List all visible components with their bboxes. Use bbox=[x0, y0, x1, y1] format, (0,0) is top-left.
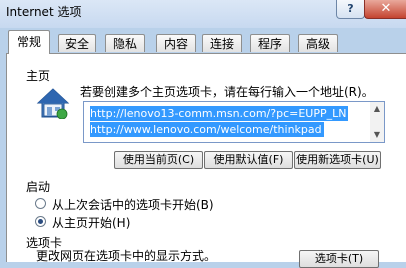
close-button[interactable]: ✕ bbox=[364, 0, 406, 19]
radio-label: 从主页开始(H) bbox=[52, 216, 131, 230]
tab-general[interactable]: 常规 bbox=[8, 30, 50, 54]
startup-section-label: 启动 bbox=[26, 180, 51, 194]
homepage-url-line: http://www.lenovo.com/welcome/thinkpad bbox=[90, 122, 324, 137]
tab-bar: 常规 安全 隐私 内容 连接 程序 高级 bbox=[6, 30, 406, 54]
house-icon bbox=[36, 88, 70, 119]
tab-content[interactable]: 内容 bbox=[156, 34, 196, 52]
homepage-section-label: 主页 bbox=[26, 69, 51, 83]
homepage-description: 若要创建多个主页选项卡，请在每行输入一个地址(R)。 bbox=[80, 85, 374, 99]
scroll-down-arrow-icon[interactable]: ▼ bbox=[370, 128, 384, 142]
scroll-up-arrow-icon[interactable]: ▲ bbox=[370, 102, 384, 116]
help-button[interactable]: ? bbox=[336, 0, 365, 19]
textarea-scrollbar[interactable]: ▲ ▼ bbox=[370, 102, 384, 142]
use-default-button[interactable]: 使用默认值(F) bbox=[204, 151, 293, 169]
homepage-url-textarea[interactable]: http://lenovo13-comm.msn.com/?pc=EUPP_LN… bbox=[83, 101, 385, 143]
homepage-url-line: http://lenovo13-comm.msn.com/?pc=EUPP_LN bbox=[90, 106, 349, 121]
tab-privacy[interactable]: 隐私 bbox=[105, 34, 145, 52]
tabs-section-description: 更改网页在选项卡中的显示方式。 bbox=[36, 249, 217, 263]
radio-button-selected[interactable] bbox=[35, 216, 46, 227]
tabs-settings-button[interactable]: 选项卡(T) bbox=[299, 250, 379, 268]
use-current-page-button[interactable]: 使用当前页(C) bbox=[114, 151, 203, 169]
general-panel: 主页 若要创建多个主页选项卡，请在每行输入一个地址(R)。 http://len… bbox=[6, 53, 406, 268]
window-title: Internet 选项 bbox=[6, 5, 82, 19]
radio-button[interactable] bbox=[35, 198, 46, 209]
tab-advanced[interactable]: 高级 bbox=[298, 34, 338, 52]
radio-label: 从上次会话中的选项卡开始(B) bbox=[52, 198, 214, 212]
tab-programs[interactable]: 程序 bbox=[250, 34, 290, 52]
title-bar: Internet 选项 ? ✕ bbox=[0, 0, 406, 28]
tab-connections[interactable]: 连接 bbox=[202, 34, 242, 52]
use-new-tab-button[interactable]: 使用新选项卡(U) bbox=[294, 151, 381, 169]
tab-security[interactable]: 安全 bbox=[58, 34, 96, 52]
